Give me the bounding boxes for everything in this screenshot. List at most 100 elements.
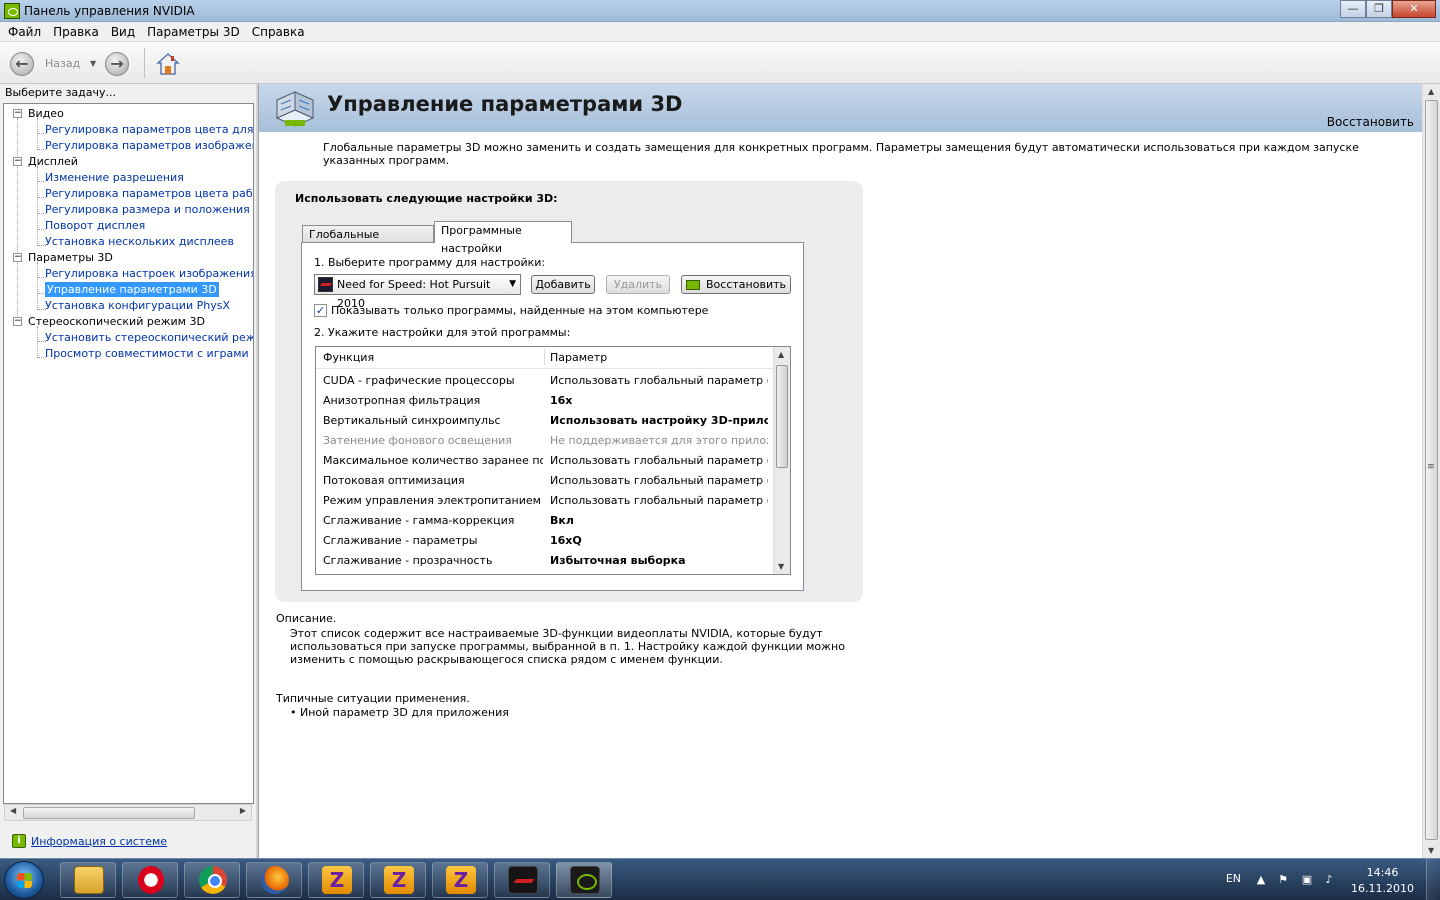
taskbar-explorer[interactable]: [60, 862, 116, 898]
page-scroll-up-icon[interactable]: ▲: [1428, 87, 1434, 96]
collapse-video-icon[interactable]: −: [13, 109, 22, 118]
step1-label: 1. Выберите программу для настройки:: [314, 256, 546, 269]
taskbar-opera[interactable]: [122, 862, 178, 898]
row-parameter[interactable]: Вкл: [550, 514, 768, 527]
menu-file[interactable]: Файл: [2, 22, 47, 41]
tab-program-settings[interactable]: Программные настройки: [434, 221, 572, 255]
menu-help[interactable]: Справка: [246, 22, 311, 41]
tree-cat-display[interactable]: Дисплей: [28, 154, 78, 169]
tree-item-physx[interactable]: Установка конфигурации PhysX: [45, 298, 230, 313]
taskbar-nfs[interactable]: [494, 862, 550, 898]
taskbar-firefox[interactable]: [246, 862, 302, 898]
scroll-down-icon[interactable]: ▼: [778, 562, 784, 571]
tree-item-desktop-color[interactable]: Регулировка параметров цвета рабочег: [45, 186, 253, 201]
back-label[interactable]: Назад: [45, 57, 80, 70]
row-parameter[interactable]: Использовать глобальный параметр (А...: [550, 474, 768, 487]
table-row[interactable]: Сглаживание - гамма-коррекция Вкл: [316, 511, 774, 531]
menu-view[interactable]: Вид: [105, 22, 141, 41]
scroll-left-icon[interactable]: ◀: [10, 806, 16, 815]
system-info: i Информация о системе: [12, 834, 167, 848]
menu-3d-settings[interactable]: Параметры 3D: [141, 22, 246, 41]
page-scroll-down-icon[interactable]: ▼: [1428, 846, 1434, 855]
table-row[interactable]: Анизотропная фильтрация 16x: [316, 391, 774, 411]
tree-item-video-color[interactable]: Регулировка параметров цвета для вид: [45, 122, 253, 137]
scroll-thumb[interactable]: [23, 807, 195, 819]
restore-program-button[interactable]: Восстановить: [681, 275, 791, 294]
tree-horizontal-scrollbar[interactable]: ◀ ▶: [4, 804, 252, 821]
row-parameter[interactable]: Использовать глобальный параметр (А...: [550, 494, 768, 507]
action-center-flag-icon[interactable]: ⚑: [1276, 873, 1290, 887]
show-found-programs-label[interactable]: Показывать только программы, найденные н…: [331, 304, 708, 317]
grid-header-function[interactable]: Функция: [323, 351, 374, 364]
history-dropdown-icon[interactable]: ▼: [90, 59, 96, 68]
task-pane: Выберите задачу... − Видео Регулировка п…: [0, 84, 256, 858]
row-function: Затенение фонового освещения: [323, 434, 512, 447]
tree-item-multi-display[interactable]: Установка нескольких дисплеев: [45, 234, 234, 249]
collapse-display-icon[interactable]: −: [13, 157, 22, 166]
language-indicator[interactable]: EN: [1226, 872, 1241, 885]
collapse-3d-icon[interactable]: −: [13, 253, 22, 262]
restore-program-label: Восстановить: [706, 278, 786, 291]
close-button[interactable]: ✕: [1392, 0, 1436, 18]
taskbar-chrome[interactable]: [184, 862, 240, 898]
row-parameter[interactable]: Использовать глобальный параметр (Все): [550, 374, 768, 387]
grid-vertical-scrollbar[interactable]: ▲ ▼: [773, 347, 790, 574]
row-function: Максимальное количество заранее под...: [323, 454, 543, 467]
tree-item-video-image[interactable]: Регулировка параметров изображения д: [45, 138, 253, 153]
page-vertical-scrollbar[interactable]: ▲ ≡ ▼: [1422, 84, 1440, 858]
network-icon[interactable]: ▣: [1300, 873, 1314, 887]
table-row[interactable]: Сглаживание - параметры 16xQ: [316, 531, 774, 551]
table-row[interactable]: Режим управления электропитанием Использо…: [316, 491, 774, 511]
taskbar-z-app-3[interactable]: Z: [432, 862, 488, 898]
tree-cat-3d[interactable]: Параметры 3D: [28, 250, 113, 265]
clock[interactable]: 14:46 16.11.2010: [1351, 865, 1414, 897]
taskbar-z-app-1[interactable]: Z: [308, 862, 364, 898]
taskbar-nvidia[interactable]: [556, 862, 612, 898]
program-select[interactable]: Need for Speed: Hot Pursuit 2010 ▼: [314, 274, 521, 310]
volume-icon[interactable]: ♪: [1322, 873, 1336, 887]
show-desktop-button[interactable]: [1426, 859, 1440, 900]
scroll-right-icon[interactable]: ▶: [240, 806, 246, 815]
tree-cat-video[interactable]: Видео: [28, 106, 64, 121]
tree-item-desktop-size[interactable]: Регулировка размера и положения рабо: [45, 202, 253, 217]
grid-header: Функция Параметр: [316, 347, 774, 369]
system-info-link[interactable]: Информация о системе: [31, 835, 167, 848]
table-row[interactable]: CUDA - графические процессоры Использоват…: [316, 371, 774, 391]
tree-item-resolution[interactable]: Изменение разрешения: [45, 170, 184, 185]
table-row[interactable]: Потоковая оптимизация Использовать глобал…: [316, 471, 774, 491]
row-parameter[interactable]: Использовать настройку 3D-прило...: [550, 414, 768, 427]
tree-item-manage-3d[interactable]: Управление параметрами 3D: [45, 282, 219, 297]
menu-edit[interactable]: Правка: [47, 22, 105, 41]
tree-item-stereo-setup[interactable]: Установить стереоскопический режим 3: [45, 330, 253, 345]
maximize-button[interactable]: ❐: [1366, 0, 1392, 18]
tree-item-image-preview[interactable]: Регулировка настроек изображения с пр: [45, 266, 253, 281]
row-parameter[interactable]: Избыточная выборка: [550, 554, 768, 567]
scroll-up-icon[interactable]: ▲: [778, 350, 784, 359]
collapse-stereo-icon[interactable]: −: [13, 317, 22, 326]
forward-arrow-icon[interactable]: →: [105, 52, 129, 76]
row-parameter[interactable]: 16x: [550, 394, 768, 407]
grid-header-parameter[interactable]: Параметр: [550, 351, 607, 364]
home-icon[interactable]: [156, 52, 180, 76]
tree-cat-stereo[interactable]: Стереоскопический режим 3D: [28, 314, 205, 329]
table-row[interactable]: Вертикальный синхроимпульс Использовать н…: [316, 411, 774, 431]
add-program-button[interactable]: Добавить: [531, 275, 595, 294]
tree-item-rotate[interactable]: Поворот дисплея: [45, 218, 145, 233]
table-row[interactable]: Сглаживание - прозрачность Избыточная выб…: [316, 551, 774, 571]
row-parameter[interactable]: Использовать глобальный параметр (3): [550, 454, 768, 467]
minimize-button[interactable]: —: [1340, 0, 1366, 18]
table-row[interactable]: Максимальное количество заранее под... Ис…: [316, 451, 774, 471]
nvidia-app-icon: [4, 3, 20, 19]
restore-defaults-link[interactable]: Восстановить: [1327, 115, 1414, 129]
z-app-icon: Z: [446, 866, 476, 894]
delete-program-button[interactable]: Удалить: [606, 275, 670, 294]
taskbar-z-app-2[interactable]: Z: [370, 862, 426, 898]
chevron-down-icon[interactable]: ▼: [509, 275, 516, 294]
show-found-programs-checkbox[interactable]: ✓: [314, 304, 327, 317]
tree-item-game-compat[interactable]: Просмотр совместимости с играми: [45, 346, 249, 361]
back-arrow-icon[interactable]: ←: [10, 52, 34, 76]
grid-scroll-thumb[interactable]: [776, 365, 788, 468]
start-button[interactable]: [4, 861, 44, 899]
tray-expand-icon[interactable]: ▲: [1254, 873, 1268, 887]
row-parameter[interactable]: 16xQ: [550, 534, 768, 547]
